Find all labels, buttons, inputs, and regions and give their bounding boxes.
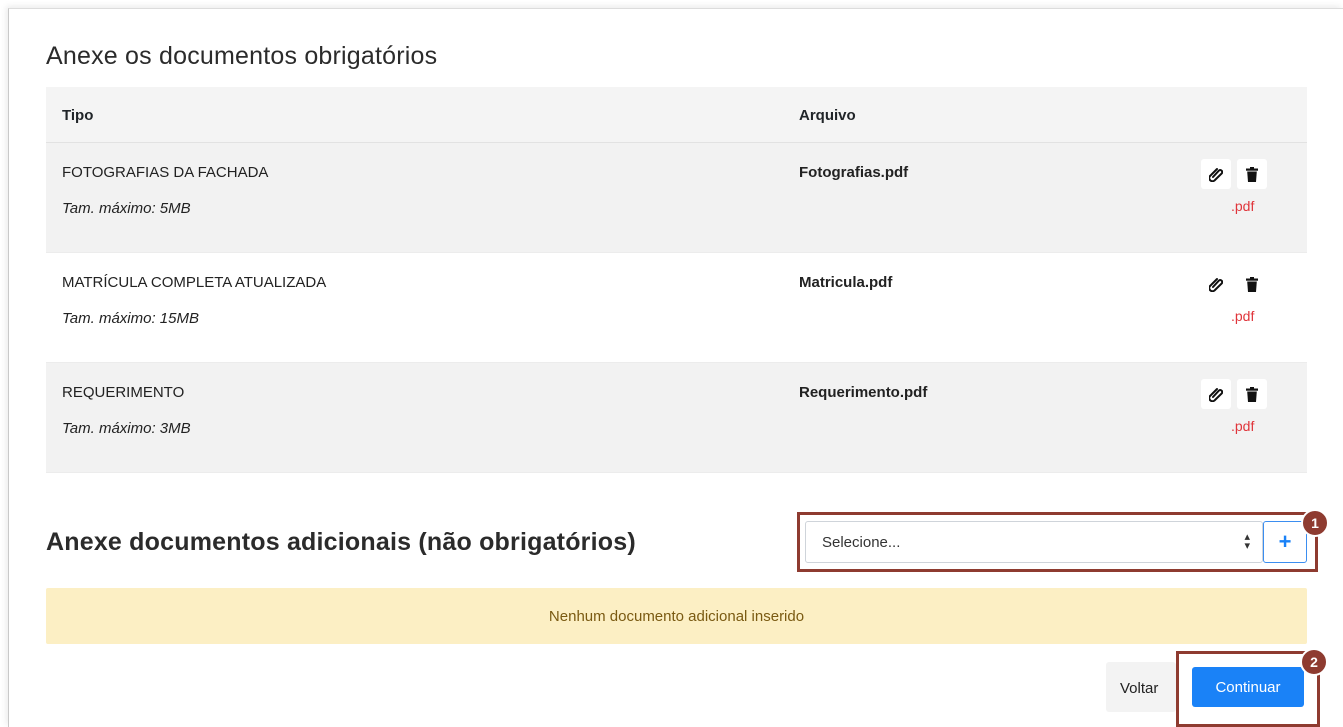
delete-button[interactable] <box>1237 269 1267 299</box>
max-size: Tam. máximo: 5MB <box>62 200 191 217</box>
column-header-arquivo: Arquivo <box>799 107 856 124</box>
select-value: Selecione... <box>822 534 901 551</box>
attach-button[interactable] <box>1201 269 1231 299</box>
column-header-tipo: Tipo <box>62 107 94 124</box>
required-documents-title: Anexe os documentos obrigatórios <box>46 42 438 70</box>
trash-icon <box>1246 276 1258 292</box>
max-size: Tam. máximo: 3MB <box>62 420 191 437</box>
annotation-badge-1: 1 <box>1301 509 1329 537</box>
document-type: MATRÍCULA COMPLETA ATUALIZADA <box>62 274 327 291</box>
paperclip-icon <box>1209 168 1223 182</box>
required-documents-table: Tipo Arquivo FOTOGRAFIAS DA FACHADA Tam.… <box>46 87 1307 473</box>
document-type: REQUERIMENTO <box>62 384 185 401</box>
document-type: FOTOGRAFIAS DA FACHADA <box>62 164 269 181</box>
sort-arrows-icon: ▴ ▾ <box>1244 531 1250 552</box>
trash-icon <box>1246 386 1258 402</box>
empty-additional-alert: Nenhum documento adicional inserido <box>46 588 1307 644</box>
allowed-extension: .pdf <box>1231 418 1255 434</box>
document-type-select[interactable]: Selecione... ▴ ▾ <box>805 521 1263 563</box>
delete-button[interactable] <box>1237 159 1267 189</box>
paperclip-icon <box>1209 388 1223 402</box>
table-row: REQUERIMENTO Tam. máximo: 3MB Requerimen… <box>46 363 1307 473</box>
table-header: Tipo Arquivo <box>46 87 1307 143</box>
delete-button[interactable] <box>1237 379 1267 409</box>
file-name: Matricula.pdf <box>799 274 893 291</box>
additional-documents-title: Anexe documentos adicionais (não obrigat… <box>46 528 636 556</box>
attach-button[interactable] <box>1201 379 1231 409</box>
file-name: Requerimento.pdf <box>799 384 928 401</box>
table-row: MATRÍCULA COMPLETA ATUALIZADA Tam. máxim… <box>46 253 1307 363</box>
max-size: Tam. máximo: 15MB <box>62 310 199 327</box>
row-actions <box>1201 159 1285 189</box>
trash-icon <box>1246 166 1258 182</box>
back-button-label[interactable]: Voltar <box>1120 666 1158 710</box>
file-name: Fotografias.pdf <box>799 164 909 181</box>
table-row: FOTOGRAFIAS DA FACHADA Tam. máximo: 5MB … <box>46 143 1307 253</box>
add-document-button[interactable]: + <box>1263 521 1307 563</box>
paperclip-icon <box>1209 278 1223 292</box>
continue-button[interactable]: Continuar <box>1192 667 1304 707</box>
allowed-extension: .pdf <box>1231 198 1255 214</box>
row-actions <box>1201 269 1285 299</box>
attach-button[interactable] <box>1201 159 1231 189</box>
allowed-extension: .pdf <box>1231 308 1255 324</box>
annotation-badge-2: 2 <box>1300 648 1328 676</box>
row-actions <box>1201 379 1285 409</box>
